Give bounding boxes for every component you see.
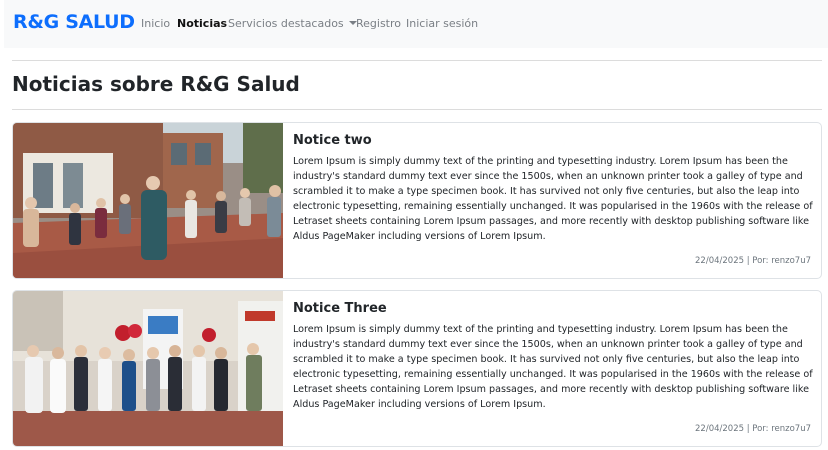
news-title[interactable]: Notice Three <box>293 301 815 316</box>
news-meta: 22/04/2025 | Por: renzo7u7 <box>695 256 811 266</box>
navbar: R&G SALUD Inicio Noticias Servicios dest… <box>4 0 828 48</box>
nav-item-noticias[interactable]: Noticias <box>177 17 227 30</box>
divider-top <box>12 60 822 61</box>
news-title[interactable]: Notice two <box>293 133 815 148</box>
nav-item-inicio[interactable]: Inicio <box>141 17 170 30</box>
news-text: Lorem Ipsum is simply dummy text of the … <box>293 156 813 242</box>
news-card: Notice Three Lorem Ipsum is simply dummy… <box>12 290 822 447</box>
news-card-body: Notice Three Lorem Ipsum is simply dummy… <box>293 301 815 412</box>
nav-item-iniciar-sesion[interactable]: Iniciar sesión <box>406 17 478 30</box>
news-meta: 22/04/2025 | Por: renzo7u7 <box>695 424 811 434</box>
nav-item-servicios-destacados[interactable]: Servicios destacados <box>228 17 357 30</box>
divider-title <box>12 109 822 110</box>
page-title: Noticias sobre R&G Salud <box>12 72 300 96</box>
news-image-outdoor-exercise <box>13 123 283 278</box>
nav-item-servicios-label: Servicios destacados <box>228 17 344 30</box>
nav-item-registro[interactable]: Registro <box>356 17 401 30</box>
news-card-body: Notice two Lorem Ipsum is simply dummy t… <box>293 133 815 244</box>
news-card: Notice two Lorem Ipsum is simply dummy t… <box>12 122 822 279</box>
brand-logo[interactable]: R&G SALUD <box>13 11 135 33</box>
news-image-health-event <box>13 291 283 446</box>
news-text: Lorem Ipsum is simply dummy text of the … <box>293 324 813 410</box>
